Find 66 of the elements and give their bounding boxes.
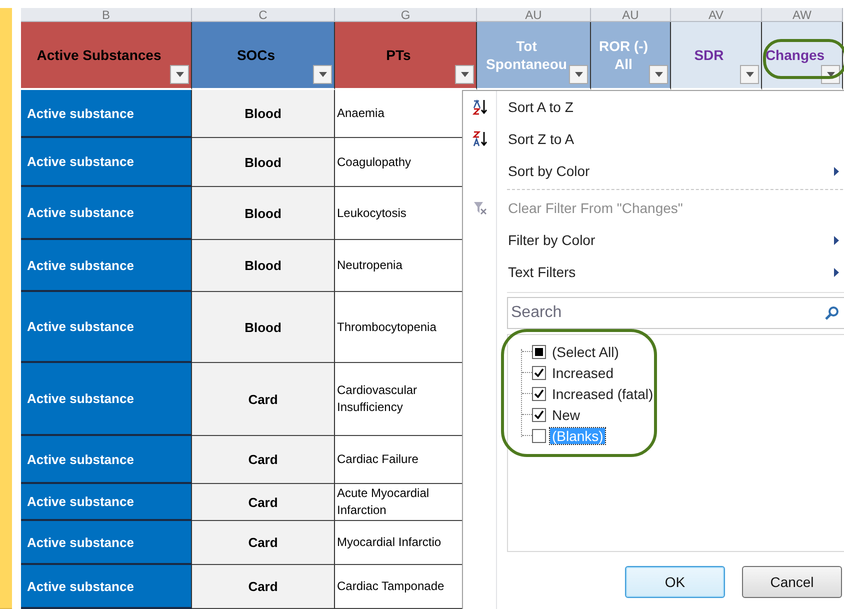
table-cell: Active substance (21, 138, 192, 187)
submenu-arrow-icon (834, 167, 839, 176)
dropdown-arrow-icon (460, 72, 468, 77)
table-cell: Active substance (21, 484, 192, 521)
table-cell: Blood (192, 90, 335, 138)
checkbox[interactable] (532, 408, 546, 422)
checkbox[interactable] (532, 386, 546, 400)
column-letter[interactable]: AU (591, 8, 671, 22)
ok-button[interactable]: OK (625, 566, 725, 598)
table-cell: Card (192, 521, 335, 565)
sort-descending-icon (472, 131, 488, 147)
table-cell: Blood (192, 138, 335, 187)
filter-dropdown-button[interactable] (170, 65, 189, 84)
dropdown-arrow-icon (176, 72, 184, 77)
column-header: Changes (765, 46, 825, 64)
checkbox[interactable] (532, 344, 546, 358)
column-header: ROR (-) All (598, 37, 649, 73)
checkbox[interactable] (532, 428, 546, 442)
checkbox-label[interactable]: (Select All) (550, 344, 621, 360)
clear-filter-icon (472, 201, 486, 215)
checkbox-label[interactable]: New (550, 406, 582, 422)
filter-dropdown-button[interactable] (740, 65, 759, 84)
column-letter[interactable]: C (192, 8, 335, 22)
submenu-arrow-icon (834, 268, 839, 277)
checkbox-label[interactable]: Increased (fatal) (550, 386, 656, 402)
checkbox-label[interactable]: Increased (550, 364, 616, 380)
table-cell: Active substance (21, 240, 192, 292)
sort-ascending-icon (472, 99, 488, 115)
column-letter[interactable]: AU (477, 8, 591, 22)
table-cell: Card (192, 436, 335, 484)
table-cell: Active substance (21, 436, 192, 484)
table-cell: Active substance (21, 363, 192, 436)
column-letter[interactable]: AW (762, 8, 843, 22)
column-letter[interactable]: AV (671, 8, 762, 22)
filter-dropdown-button[interactable] (649, 65, 668, 84)
table-cell: Active substance (21, 187, 192, 240)
search-field[interactable]: Search (507, 297, 844, 329)
search-icon (825, 306, 839, 320)
dropdown-arrow-icon (826, 72, 834, 77)
dropdown-arrow-icon (574, 72, 582, 77)
table-cell: Card (192, 363, 335, 436)
column-header: Active Substances (36, 46, 162, 64)
column-header: Tot Spontaneou (485, 37, 568, 73)
table-cell: Blood (192, 240, 335, 292)
column-header: SOCs (236, 46, 276, 64)
table-cell: Blood (192, 187, 335, 240)
dropdown-arrow-icon (746, 72, 754, 77)
cancel-button[interactable]: Cancel (742, 566, 842, 598)
table-cell: Active substance (21, 90, 192, 138)
submenu-arrow-icon (834, 236, 839, 245)
column-letter[interactable]: B (21, 8, 192, 22)
column-header: SDR (694, 46, 724, 64)
filter-dropdown-button[interactable] (313, 65, 332, 84)
table-cell: Active substance (21, 521, 192, 565)
column-header: PTs (386, 46, 411, 64)
filter-dropdown-button[interactable] (455, 65, 474, 84)
table-cell: Card (192, 565, 335, 609)
dropdown-arrow-icon (318, 72, 326, 77)
table-cell: Blood (192, 292, 335, 363)
column-letter[interactable]: G (335, 8, 477, 22)
table-cell: Active substance (21, 565, 192, 609)
table-cell: Active substance (21, 292, 192, 363)
checkbox[interactable] (532, 366, 546, 380)
filter-dropdown-button[interactable] (569, 65, 588, 84)
table-cell: Card (192, 484, 335, 521)
dropdown-arrow-icon (654, 72, 662, 77)
